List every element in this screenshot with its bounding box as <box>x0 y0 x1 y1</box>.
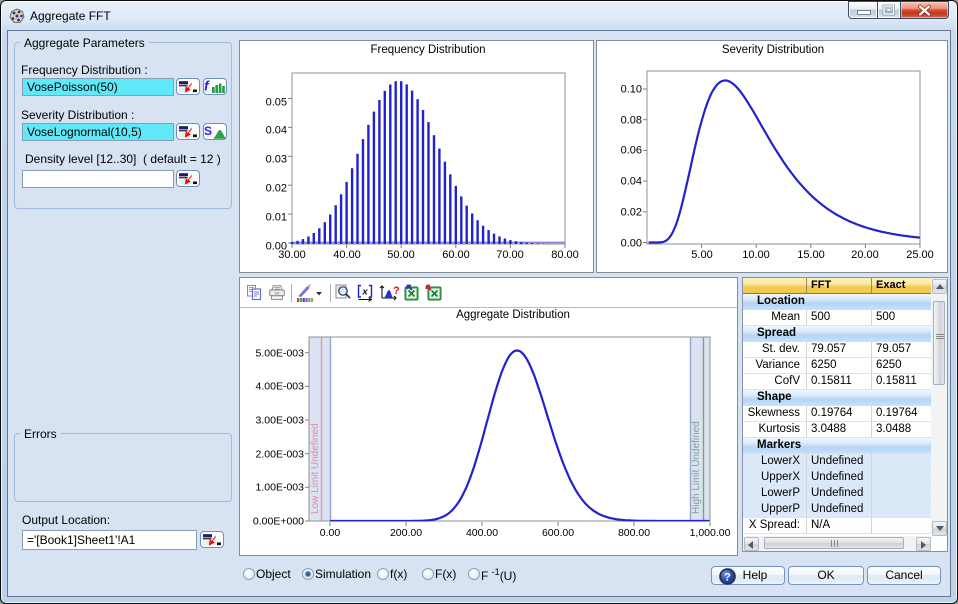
svg-text:Aggregate Distribution: Aggregate Distribution <box>456 309 570 321</box>
svg-text:Frequency Distribution: Frequency Distribution <box>370 44 485 56</box>
svg-text:Severity Distribution: Severity Distribution <box>722 44 824 56</box>
svg-text:High Limit Undefined: High Limit Undefined <box>691 421 702 514</box>
svg-text:25.00: 25.00 <box>906 249 934 261</box>
svg-text:0.10: 0.10 <box>621 84 642 96</box>
svg-text:?: ? <box>393 285 400 297</box>
svg-text:10.00: 10.00 <box>742 249 770 261</box>
svg-text:0.04: 0.04 <box>266 124 287 136</box>
svg-text:?: ? <box>724 572 731 584</box>
svg-text:800.00: 800.00 <box>618 527 650 539</box>
svg-text:2.00E-003: 2.00E-003 <box>256 449 305 461</box>
svg-text:40.00: 40.00 <box>333 249 361 261</box>
svg-text:15.00: 15.00 <box>797 249 825 261</box>
svg-text:60.00: 60.00 <box>442 249 470 261</box>
svg-text:0.00: 0.00 <box>320 527 341 539</box>
svg-text:0.02: 0.02 <box>621 207 642 219</box>
svg-text:20.00: 20.00 <box>851 249 879 261</box>
svg-text:400.00: 400.00 <box>466 527 498 539</box>
svg-text:70.00: 70.00 <box>496 249 524 261</box>
svg-text:0.08: 0.08 <box>621 115 642 127</box>
svg-text:1.00E-003: 1.00E-003 <box>256 482 305 494</box>
svg-text:0.06: 0.06 <box>621 145 642 157</box>
svg-text:f: f <box>204 79 210 94</box>
svg-text:3.00E-003: 3.00E-003 <box>256 415 305 427</box>
svg-text:5.00: 5.00 <box>691 249 712 261</box>
svg-text:50.00: 50.00 <box>387 249 415 261</box>
svg-text:30.00: 30.00 <box>278 249 306 261</box>
svg-text:0.00: 0.00 <box>621 238 642 250</box>
svg-text:600.00: 600.00 <box>542 527 574 539</box>
svg-text:0.00E+000: 0.00E+000 <box>253 516 304 528</box>
svg-text:0.05: 0.05 <box>266 96 287 108</box>
svg-text:0.04: 0.04 <box>621 176 642 188</box>
svg-text:80.00: 80.00 <box>551 249 579 261</box>
svg-text:S: S <box>204 124 212 138</box>
svg-text:0.03: 0.03 <box>266 153 287 165</box>
svg-text:x: x <box>361 287 368 298</box>
svg-text:5.00E-003: 5.00E-003 <box>256 348 305 360</box>
svg-text:200.00: 200.00 <box>390 527 422 539</box>
svg-text:0.01: 0.01 <box>266 211 287 223</box>
svg-text:4.00E-003: 4.00E-003 <box>256 381 305 393</box>
svg-text:Low Limit Undefined: Low Limit Undefined <box>310 423 321 514</box>
svg-text:1,000.00: 1,000.00 <box>690 527 731 539</box>
svg-text:0.02: 0.02 <box>266 182 287 194</box>
